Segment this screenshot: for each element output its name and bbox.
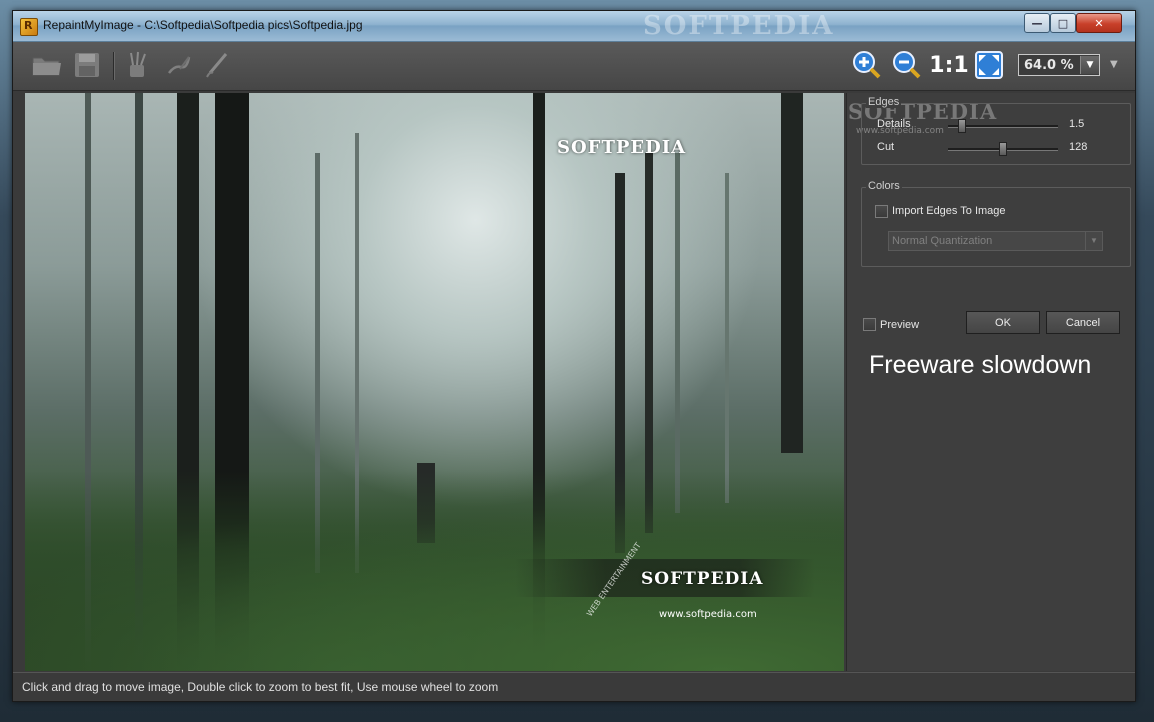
open-button[interactable] <box>31 50 63 80</box>
pen-brush-icon <box>206 53 228 78</box>
background-watermark: SOFTPEDIA <box>643 11 835 41</box>
details-label: Details <box>877 118 911 130</box>
fit-to-window-button[interactable] <box>973 50 1005 80</box>
minimize-icon: — <box>1031 16 1043 30</box>
status-text: Click and drag to move image, Double cli… <box>22 680 499 694</box>
canvas-watermark-url: www.softpedia.com <box>659 609 757 620</box>
app-window: RepaintMyImage - C:\Softpedia\Softpedia … <box>12 10 1136 702</box>
import-edges-checkbox[interactable] <box>875 205 888 218</box>
edges-group-title: Edges <box>866 96 902 108</box>
save-disk-icon <box>75 53 99 77</box>
cut-label: Cut <box>877 141 895 153</box>
cut-slider-thumb[interactable] <box>999 142 1007 156</box>
import-edges-label[interactable]: Import Edges To Image <box>892 205 1006 217</box>
zoom-in-button[interactable] <box>851 50 883 80</box>
pen-brush-button[interactable] <box>201 50 233 80</box>
image-canvas[interactable]: SOFTPEDIA SOFTPEDIA www.softpedia.com WE… <box>25 93 844 671</box>
save-button[interactable] <box>71 50 103 80</box>
maximize-button[interactable]: □ <box>1050 13 1076 33</box>
zoom-in-icon <box>853 51 881 79</box>
settings-panel: SOFTPEDIA www.softpedia.com Edges Detail… <box>846 93 1135 671</box>
brush-stroke-button[interactable] <box>163 50 195 80</box>
minimize-button[interactable]: — <box>1024 13 1050 33</box>
ok-button[interactable]: OK <box>966 311 1040 334</box>
freeware-notice: Freeware slowdown <box>869 351 1092 379</box>
canvas-watermark-bottom: SOFTPEDIA <box>641 569 764 589</box>
tree-trunk <box>675 153 680 513</box>
close-button[interactable]: ✕ <box>1076 13 1122 33</box>
maximize-icon: □ <box>1057 16 1069 30</box>
fit-to-window-icon <box>975 51 1003 79</box>
actual-size-button[interactable]: 1:1 <box>929 50 969 80</box>
window-title: RepaintMyImage - C:\Softpedia\Softpedia … <box>43 18 363 32</box>
chevron-down-icon: ▼ <box>1085 232 1102 250</box>
canvas-watermark-top: SOFTPEDIA <box>557 137 687 158</box>
cut-slider[interactable] <box>948 142 1058 156</box>
preview-checkbox[interactable] <box>863 318 876 331</box>
quantization-value: Normal Quantization <box>892 235 993 247</box>
brush-stroke-icon <box>168 56 191 74</box>
colors-group: Colors Import Edges To Image Normal Quan… <box>861 180 1131 267</box>
details-slider[interactable] <box>948 119 1058 133</box>
paint-brushes-icon <box>130 51 146 77</box>
tree-trunk <box>725 173 729 503</box>
preview-label[interactable]: Preview <box>880 319 919 331</box>
details-slider-thumb[interactable] <box>958 119 966 133</box>
zoom-level-select[interactable]: 64.0 % ▼ <box>1018 54 1100 76</box>
open-folder-icon <box>32 57 61 76</box>
close-icon: ✕ <box>1094 16 1104 30</box>
title-bar[interactable]: RepaintMyImage - C:\Softpedia\Softpedia … <box>13 11 1135 42</box>
zoom-out-icon <box>893 51 921 79</box>
cut-value: 128 <box>1069 141 1088 153</box>
cancel-button[interactable]: Cancel <box>1046 311 1120 334</box>
tree-trunk <box>781 93 803 453</box>
zoom-out-button[interactable] <box>891 50 923 80</box>
toolbar-separator <box>113 52 114 80</box>
chevron-down-icon[interactable]: ▼ <box>1080 56 1099 74</box>
paint-button[interactable] <box>121 50 153 80</box>
details-value: 1.5 <box>1069 118 1085 130</box>
colors-group-title: Colors <box>866 180 902 192</box>
zoom-level-value: 64.0 % <box>1024 57 1074 73</box>
quantization-select[interactable]: Normal Quantization ▼ <box>888 231 1103 251</box>
status-bar: Click and drag to move image, Double cli… <box>13 672 1135 701</box>
actual-size-icon: 1:1 <box>929 52 969 78</box>
app-icon[interactable] <box>20 18 38 36</box>
toolbar-overflow-icon[interactable]: ▼ <box>1110 59 1118 70</box>
edges-group: Edges Details 1.5 Cut 128 <box>861 96 1131 165</box>
toolbar: 1:1 64.0 % ▼ ▼ <box>13 42 1135 91</box>
